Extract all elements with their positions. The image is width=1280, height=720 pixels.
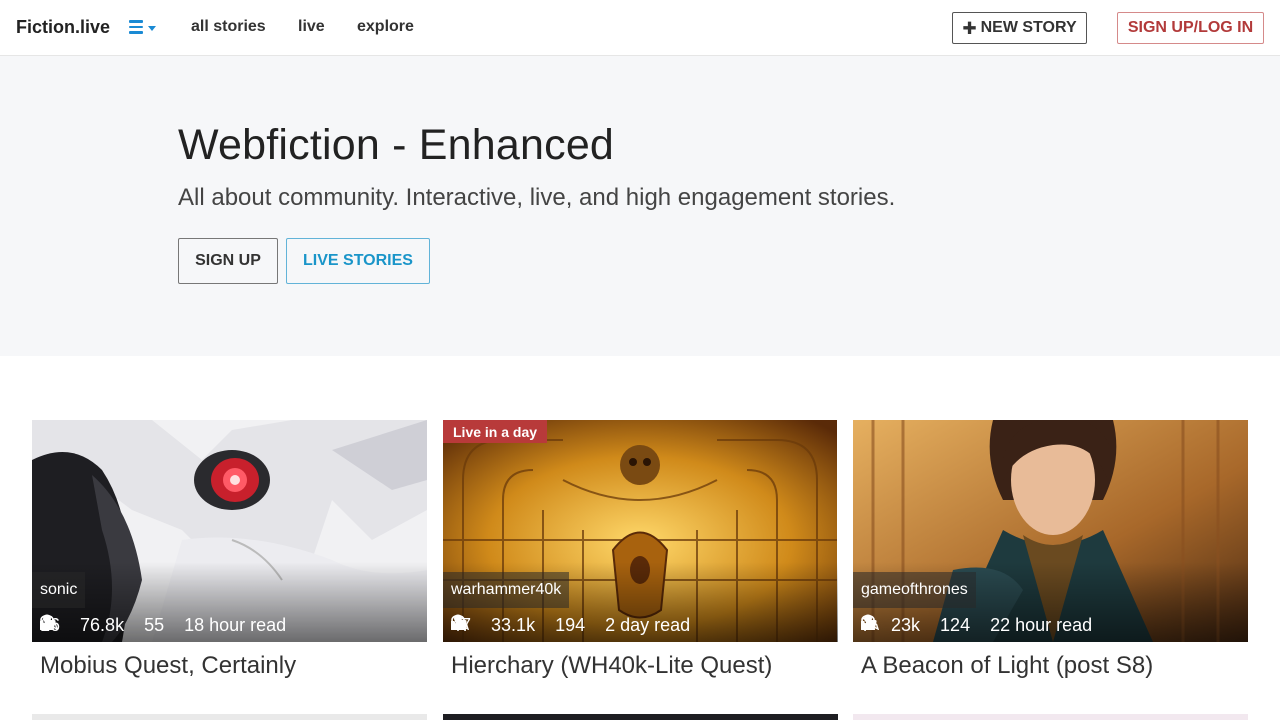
login-button[interactable]: SIGN UP/LOG IN — [1117, 12, 1264, 44]
new-story-label: NEW STORY — [980, 19, 1077, 36]
hero-subtitle: All about community. Interactive, live, … — [178, 184, 896, 211]
plus-icon: ✚ — [962, 18, 977, 38]
signup-button[interactable]: SIGN UP — [178, 238, 278, 284]
read-time: 2 day read — [605, 614, 691, 635]
nav-explore[interactable]: explore — [357, 18, 414, 36]
story-tag[interactable]: sonic — [32, 572, 86, 608]
story-card[interactable]: Live in a day warhammer40k 47 33.1k 194 … — [443, 420, 838, 720]
read-time: 18 hour read — [184, 614, 287, 635]
story-card[interactable]: gameofthrones 7 23k 124 22 hour read A B… — [853, 420, 1248, 720]
thumbs-up-icon — [40, 615, 56, 629]
story-card[interactable]: sonic 16 76.8k 55 18 hour read Mobius Qu… — [32, 420, 427, 720]
live-stories-button[interactable]: LIVE STORIES — [286, 238, 430, 284]
story-card-peek[interactable] — [32, 714, 427, 720]
story-stats: 16 76.8k 55 18 hour read — [40, 614, 306, 636]
comments-stat: 23k — [861, 615, 920, 636]
new-story-button[interactable]: ✚ NEW STORY — [952, 12, 1087, 44]
story-title[interactable]: Mobius Quest, Certainly — [40, 652, 296, 680]
bars-icon — [129, 20, 145, 34]
hero-section: Webfiction - Enhanced All about communit… — [0, 56, 1280, 356]
nav-all-stories[interactable]: all stories — [191, 18, 266, 36]
story-cover-image[interactable]: Live in a day warhammer40k 47 33.1k 194 … — [443, 420, 838, 642]
story-stats: 7 23k 124 22 hour read — [861, 614, 1112, 636]
comments-stat: 33.1k — [451, 615, 535, 636]
comments-stat: 76.8k — [40, 615, 124, 636]
story-tag[interactable]: warhammer40k — [443, 572, 570, 608]
likes-stat: 124 — [861, 615, 970, 636]
story-tag[interactable]: gameofthrones — [853, 572, 976, 608]
brand-logo[interactable]: Fiction.live — [16, 17, 110, 38]
story-card-peek[interactable] — [443, 714, 838, 720]
read-time: 22 hour read — [990, 614, 1093, 635]
top-navbar: Fiction.live all stories live explore ✚ … — [0, 0, 1280, 56]
caret-down-icon — [148, 26, 156, 31]
live-badge: Live in a day — [443, 420, 548, 443]
story-cover-image[interactable]: sonic 16 76.8k 55 18 hour read — [32, 420, 427, 642]
nav-live[interactable]: live — [298, 18, 325, 36]
story-title[interactable]: Hierchary (WH40k-Lite Quest) — [451, 652, 772, 680]
likes-stat: 55 — [40, 615, 164, 636]
likes-stat: 194 — [451, 615, 585, 636]
story-cover-image[interactable]: gameofthrones 7 23k 124 22 hour read — [853, 420, 1248, 642]
story-stats: 47 33.1k 194 2 day read — [451, 614, 710, 636]
thumbs-up-icon — [451, 615, 467, 629]
story-title[interactable]: A Beacon of Light (post S8) — [861, 652, 1153, 680]
story-card-peek[interactable] — [853, 714, 1248, 720]
menu-toggle-button[interactable] — [129, 18, 159, 38]
hero-title: Webfiction - Enhanced — [178, 121, 615, 169]
thumbs-up-icon — [861, 615, 877, 629]
